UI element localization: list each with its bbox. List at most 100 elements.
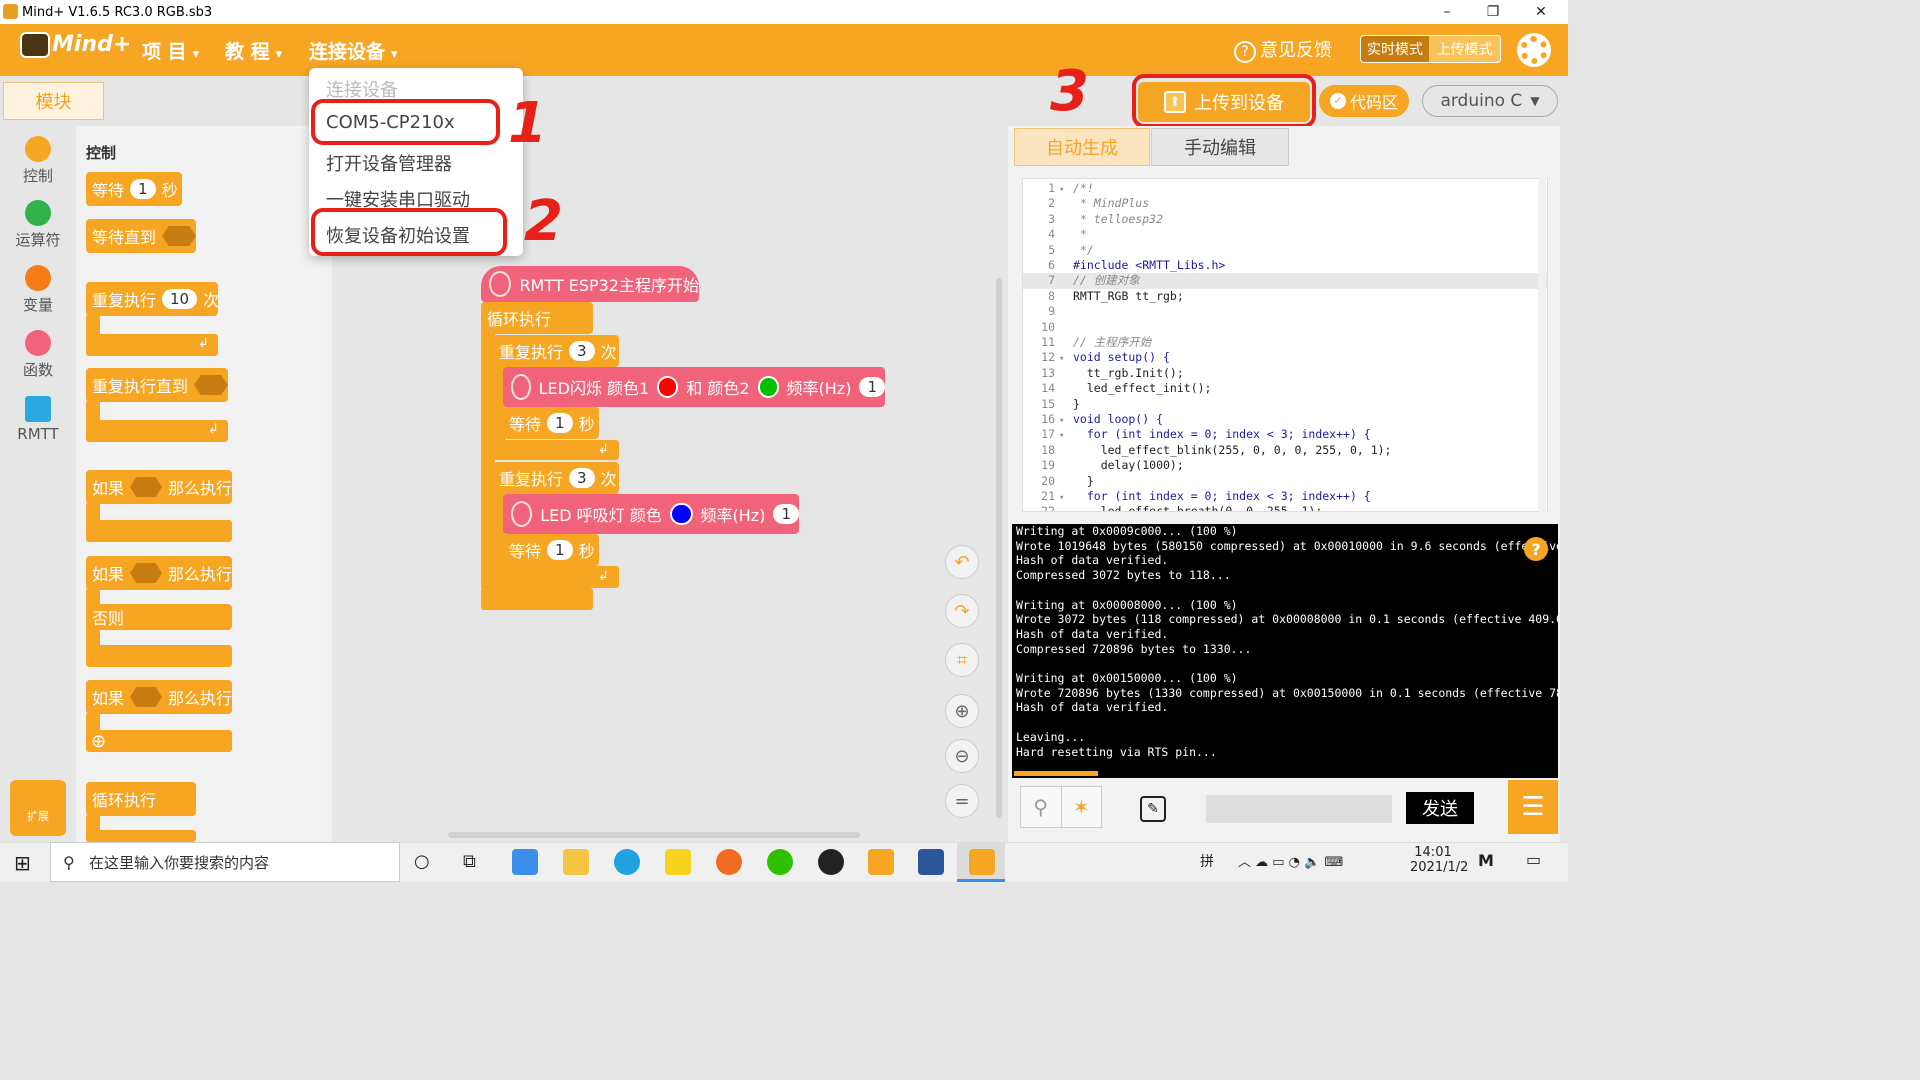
block-wait-2[interactable]: 等待 1 秒: [503, 534, 599, 566]
hexagon-slot: [194, 375, 228, 395]
block-wait[interactable]: 等待 1 秒: [86, 172, 182, 206]
loop-arrow-icon: ↲: [198, 336, 209, 351]
zoom-out-icon[interactable]: ⊖: [945, 739, 979, 773]
category-variables[interactable]: 变量: [0, 265, 76, 315]
code-line: 18 led_effect_blink(255, 0, 0, 0, 255, 0…: [1041, 442, 1392, 457]
chip-icon: [25, 396, 51, 422]
color1-swatch[interactable]: [657, 376, 679, 398]
serial-send-input[interactable]: [1206, 795, 1392, 823]
block-repeat[interactable]: 重复执行 10 次: [86, 282, 219, 316]
block-forever-foot: [86, 830, 196, 842]
block-led-breath[interactable]: LED 呼吸灯 颜色 频率(Hz) 1: [503, 494, 799, 534]
eraser-icon[interactable]: ✎: [1140, 796, 1166, 822]
add-branch-icon[interactable]: ⊕: [91, 731, 106, 752]
search-icon: ⚲: [63, 852, 75, 872]
edge-browser-icon[interactable]: [614, 849, 640, 875]
tab-auto-generate[interactable]: 自动生成: [1014, 128, 1150, 166]
block-rmtt-main-start[interactable]: RMTT ESP32主程序开始: [481, 266, 699, 302]
list-menu-icon[interactable]: ☰: [1508, 780, 1558, 834]
code-line: 10: [1041, 319, 1055, 334]
upload-mode-button[interactable]: 上传模式: [1429, 36, 1500, 62]
feedback-button[interactable]: ? 意见反馈: [1234, 36, 1332, 63]
extension-button[interactable]: 扩展: [10, 780, 66, 836]
functions-dot-icon: [25, 330, 51, 356]
category-rmtt[interactable]: RMTT: [0, 396, 76, 443]
blocks-tab[interactable]: 模块: [3, 82, 104, 120]
hexagon-slot: [130, 687, 162, 707]
tab-manual-edit[interactable]: 手动编辑: [1151, 128, 1289, 166]
code-line: 15}: [1041, 396, 1080, 411]
category-functions[interactable]: 函数: [0, 330, 76, 380]
tray-icons[interactable]: ︿ ☁ ▭ ◔ 🔈 ⌨: [1238, 851, 1343, 870]
menu-connect-device[interactable]: 连接设备 ▾: [309, 37, 398, 64]
color3-swatch[interactable]: [669, 503, 693, 525]
crop-icon[interactable]: ⌗: [945, 643, 979, 677]
qq-icon[interactable]: [818, 849, 844, 875]
taskbar-search[interactable]: ⚲ 在这里输入你要搜索的内容: [50, 842, 400, 882]
app-tray-icon[interactable]: M: [1478, 851, 1494, 870]
menu-project[interactable]: 项 目 ▾: [142, 37, 199, 64]
block-repeat-until-foot: [86, 420, 228, 442]
cortana-icon[interactable]: ○: [414, 851, 430, 872]
freq1-input[interactable]: 1: [859, 377, 885, 397]
board-select[interactable]: arduino C ▼: [1422, 85, 1558, 117]
sticky-notes-icon[interactable]: [665, 849, 691, 875]
annotation-box-2: [311, 208, 507, 256]
close-button[interactable]: ✕: [1518, 0, 1564, 24]
send-button[interactable]: 发送: [1406, 792, 1474, 824]
block-if-else[interactable]: 如果 那么执行: [86, 556, 232, 590]
block-if[interactable]: 如果 那么执行: [86, 470, 232, 504]
serial-line: Hard resetting via RTS pin...: [1016, 744, 1217, 759]
pdf-app-icon[interactable]: [868, 849, 894, 875]
block-wait-until[interactable]: 等待直到: [86, 219, 196, 253]
menu-tutorial[interactable]: 教 程 ▾: [225, 37, 282, 64]
usb-disconnect-icon[interactable]: ✶: [1060, 787, 1102, 827]
zoom-reset-icon[interactable]: =: [945, 784, 979, 818]
usb-icon[interactable]: ⚲: [1021, 787, 1061, 827]
block-repeat-2[interactable]: 重复执行 3 次: [493, 462, 619, 494]
serial-scroll-thumb[interactable]: [1014, 771, 1098, 776]
code-editor[interactable]: 1 ▾/*! 2 * MindPlus 3 * telloesp32 4 * 5 */6 #…: [1022, 178, 1548, 512]
minimize-button[interactable]: –: [1424, 0, 1470, 24]
serial-line: Wrote 3072 bytes (118 compressed) at 0x0…: [1016, 612, 1558, 627]
realtime-mode-button[interactable]: 实时模式: [1361, 36, 1429, 62]
forever-loop-foot: [481, 588, 593, 610]
maximize-button[interactable]: ❐: [1470, 0, 1516, 24]
task-view-icon[interactable]: ⧉: [463, 851, 476, 872]
block-wait-1[interactable]: 等待 1 秒: [503, 407, 599, 439]
mode-switch[interactable]: 实时模式 上传模式: [1360, 35, 1501, 63]
firefox-icon[interactable]: [716, 849, 742, 875]
windows-start-icon[interactable]: ⊞: [14, 851, 31, 875]
app-icon: [3, 4, 18, 19]
dropdown-item-device-manager[interactable]: 打开设备管理器: [326, 150, 452, 176]
block-forever[interactable]: 循环执行: [86, 782, 196, 816]
notification-icon[interactable]: ▭: [1526, 850, 1541, 869]
workspace-vertical-scrollbar[interactable]: [996, 278, 1002, 818]
block-led-blink[interactable]: LED闪烁 颜色1 和 颜色2 频率(Hz) 1: [503, 367, 885, 407]
ime-indicator[interactable]: 拼: [1200, 851, 1214, 871]
block-repeat-1[interactable]: 重复执行 3 次: [493, 335, 619, 367]
calculator-icon[interactable]: [512, 849, 538, 875]
file-explorer-icon[interactable]: [563, 849, 589, 875]
category-sidebar: 控制 运算符 变量 函数 RMTT: [0, 126, 76, 842]
wechat-icon[interactable]: [767, 849, 793, 875]
freq2-input[interactable]: 1: [773, 504, 799, 524]
code-scrollbar[interactable]: [1538, 178, 1546, 512]
redo-icon[interactable]: ↷: [945, 594, 979, 628]
help-icon[interactable]: ?: [1524, 537, 1548, 561]
undo-icon[interactable]: ↶: [945, 545, 979, 579]
loop-arrow-icon: ↲: [598, 569, 609, 584]
code-area-toggle[interactable]: ✓ 代码区: [1319, 85, 1409, 117]
color2-swatch[interactable]: [757, 376, 779, 398]
workspace-horizontal-scrollbar[interactable]: [448, 832, 860, 838]
taskbar-clock[interactable]: 14:01 2021/1/2: [1410, 845, 1468, 875]
category-operators[interactable]: 运算符: [0, 200, 76, 250]
block-if-elseif[interactable]: 如果 那么执行: [86, 680, 232, 714]
gear-icon[interactable]: [1520, 36, 1548, 64]
word-icon[interactable]: [918, 849, 944, 875]
hexagon-slot: [130, 563, 162, 583]
category-control[interactable]: 控制: [0, 136, 76, 186]
zoom-in-icon[interactable]: ⊕: [945, 694, 979, 728]
block-repeat-until[interactable]: 重复执行直到: [86, 368, 228, 402]
block-forever-loop[interactable]: 循环执行: [481, 302, 593, 334]
